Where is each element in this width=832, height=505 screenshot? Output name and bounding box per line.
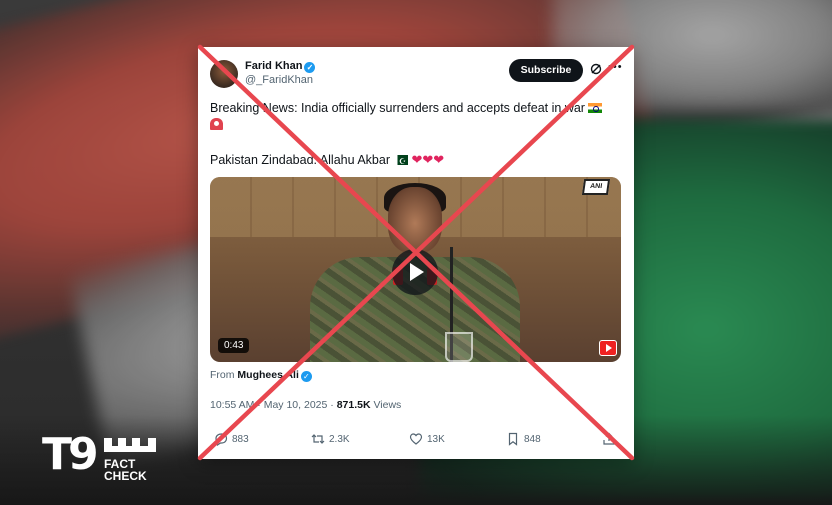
bookmark-icon (508, 432, 518, 446)
action-bar: 883 2.3K 13K 848 (198, 432, 634, 450)
reply-button[interactable]: 883 (214, 432, 249, 446)
video-player[interactable]: ANI 0:43 (210, 177, 621, 362)
tweet-text-2: Pakistan Zindabad. Allahu Akbar (210, 153, 390, 167)
india-flag-icon (587, 103, 602, 113)
logo-check-text: CHECK (104, 469, 147, 483)
views-count: 871.5K (336, 399, 371, 411)
subscribe-button[interactable]: Subscribe (509, 59, 583, 82)
channel-watermark-logo: ANI (581, 179, 611, 195)
pakistan-flag-icon (393, 153, 408, 170)
more-options-icon[interactable]: ••• (608, 61, 623, 73)
separator: · (327, 399, 337, 411)
reply-icon (215, 433, 228, 446)
heart-icon: ❤ (433, 152, 445, 167)
heart-icon: ❤ (411, 152, 423, 167)
avatar[interactable] (210, 60, 238, 88)
repost-button[interactable]: 2.3K (311, 432, 350, 446)
source-user-link[interactable]: Mughees Ali (237, 369, 298, 381)
repost-count: 2.3K (329, 433, 350, 445)
like-button[interactable]: 13K (409, 432, 445, 446)
bookmark-count: 848 (524, 433, 541, 445)
tweet-date[interactable]: May 10, 2025 (264, 399, 328, 411)
tweet-card: Farid Khan ✓ @_FaridKhan Subscribe ••• Br… (198, 47, 634, 459)
heart-icon: ❤ (422, 152, 434, 167)
grok-icon[interactable] (590, 63, 602, 75)
logo-number: T9 (42, 429, 99, 480)
tweet-text-line2: Pakistan Zindabad. Allahu Akbar ❤❤❤ (210, 151, 622, 170)
share-icon (603, 432, 615, 445)
author-handle[interactable]: @_FaridKhan (245, 74, 313, 86)
youtube-icon (599, 340, 617, 356)
logo-battlement-icon (104, 438, 156, 452)
tweet-text-line1: Breaking News: India officially surrende… (210, 100, 622, 135)
verified-badge-icon: ✓ (304, 62, 316, 73)
reply-count: 883 (232, 433, 249, 445)
from-label: From (210, 369, 235, 381)
video-duration: 0:43 (218, 338, 250, 353)
tweet-text-1: Breaking News: India officially surrende… (210, 101, 585, 115)
tweet-time[interactable]: 10:55 AM (210, 399, 254, 411)
author-name-text[interactable]: Farid Khan (245, 60, 302, 72)
like-icon (409, 433, 423, 445)
share-button[interactable] (602, 432, 616, 446)
verified-badge-icon: ✓ (300, 371, 312, 382)
separator: · (254, 399, 264, 411)
repost-icon (311, 434, 325, 444)
bookmark-button[interactable]: 848 (506, 432, 541, 446)
like-count: 13K (427, 433, 445, 445)
siren-icon (210, 118, 223, 130)
t9-fact-check-logo: T9 FACT CHECK (42, 432, 162, 482)
views-label: Views (373, 399, 402, 411)
video-source: From Mughees Ali ✓ (210, 369, 312, 382)
tweet-meta: 10:55 AM · May 10, 2025 · 871.5K Views (210, 399, 401, 411)
author-name[interactable]: Farid Khan ✓ (245, 60, 316, 73)
play-button[interactable] (392, 249, 438, 295)
